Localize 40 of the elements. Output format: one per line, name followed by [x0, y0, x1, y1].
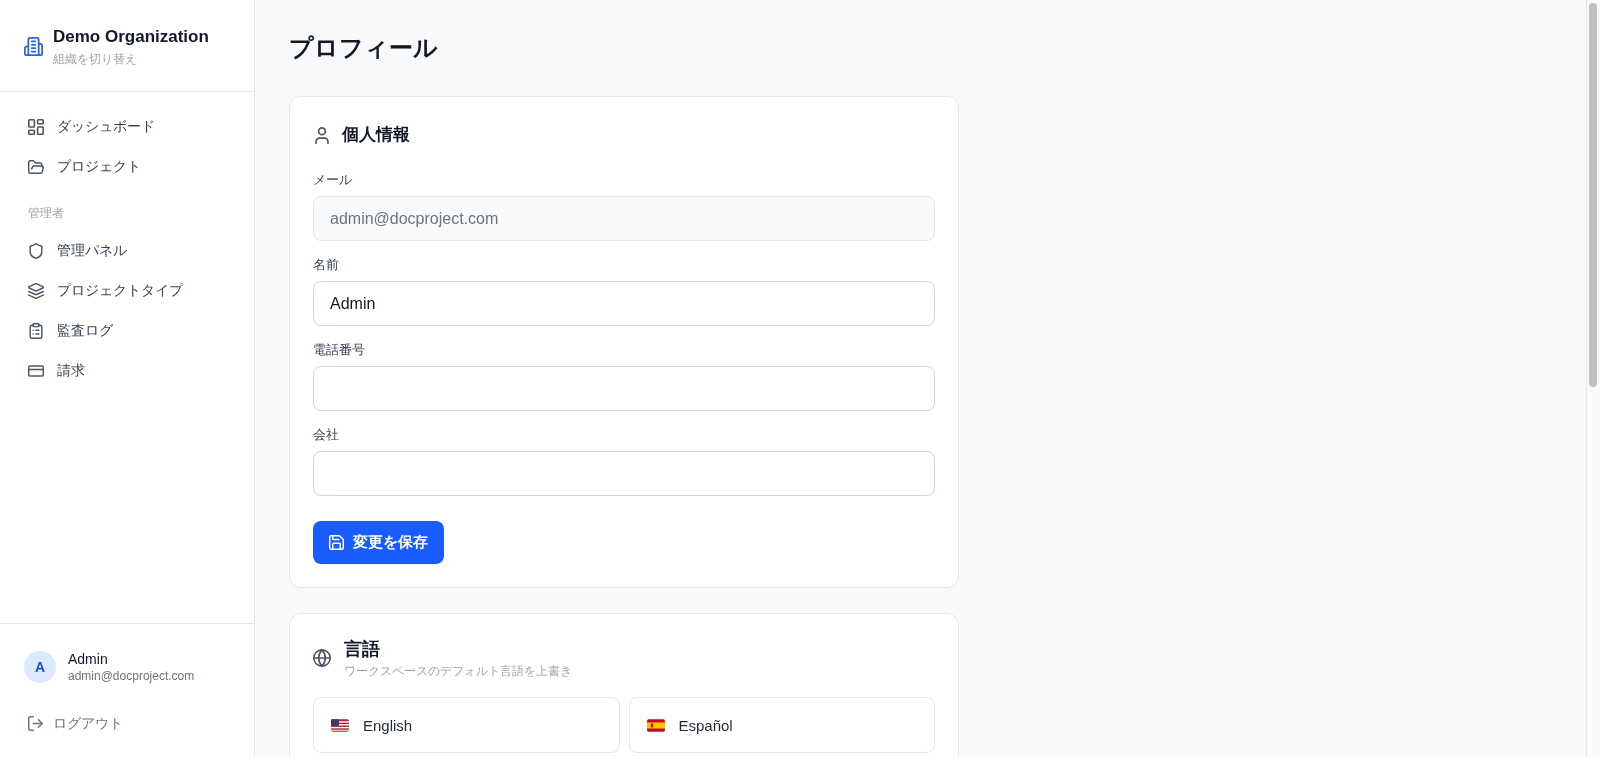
us-flag-icon [331, 718, 349, 732]
layers-icon [28, 283, 44, 299]
nav-item[interactable]: プロジェクト [12, 147, 242, 187]
logout-icon [28, 715, 43, 731]
scrollbar-thumb[interactable] [1589, 3, 1597, 387]
logout-button[interactable]: ログアウト [28, 713, 123, 733]
card-title: 個人情報 [342, 124, 410, 146]
save-button[interactable]: 変更を保存 [313, 521, 444, 564]
user-avatar: A [24, 651, 56, 683]
input-field[interactable] [313, 451, 935, 496]
user-icon [315, 126, 329, 144]
globe-icon [313, 649, 331, 667]
language-option[interactable]: English [313, 697, 620, 753]
folder-icon [28, 159, 44, 175]
user-name: Admin [68, 650, 108, 668]
save-icon [329, 535, 344, 550]
nav-item[interactable]: ダッシュボード [12, 107, 242, 147]
field-label: メール [313, 171, 352, 189]
page-title: プロフィール [289, 33, 439, 63]
clipboard-icon [28, 323, 44, 339]
organization-name: Demo Organization [53, 26, 209, 48]
input-field[interactable] [313, 366, 935, 411]
field-label: 電話番号 [313, 341, 365, 359]
nav-item[interactable]: 請求 [12, 351, 242, 391]
dashboard-icon [28, 119, 44, 135]
language-option[interactable]: Español [628, 697, 935, 753]
building-icon [24, 37, 43, 56]
field-label: 名前 [313, 256, 339, 274]
card-subtitle: ワークスペースのデフォルト言語を上書き [344, 663, 572, 679]
nav-item[interactable]: 監査ログ [12, 311, 242, 351]
spain-flag-icon [646, 718, 665, 732]
input-field[interactable]: Admin [313, 281, 935, 326]
user-email: admin@docproject.com [68, 668, 195, 684]
nav-section-label: 管理者 [28, 206, 64, 221]
nav-item[interactable]: プロジェクトタイプ [12, 271, 242, 311]
shield-icon [28, 243, 44, 259]
nav-item[interactable]: 管理パネル [12, 231, 242, 271]
field-label: 会社 [313, 426, 339, 444]
credit-card-icon [28, 363, 44, 379]
card-title: 言語 [344, 638, 380, 661]
